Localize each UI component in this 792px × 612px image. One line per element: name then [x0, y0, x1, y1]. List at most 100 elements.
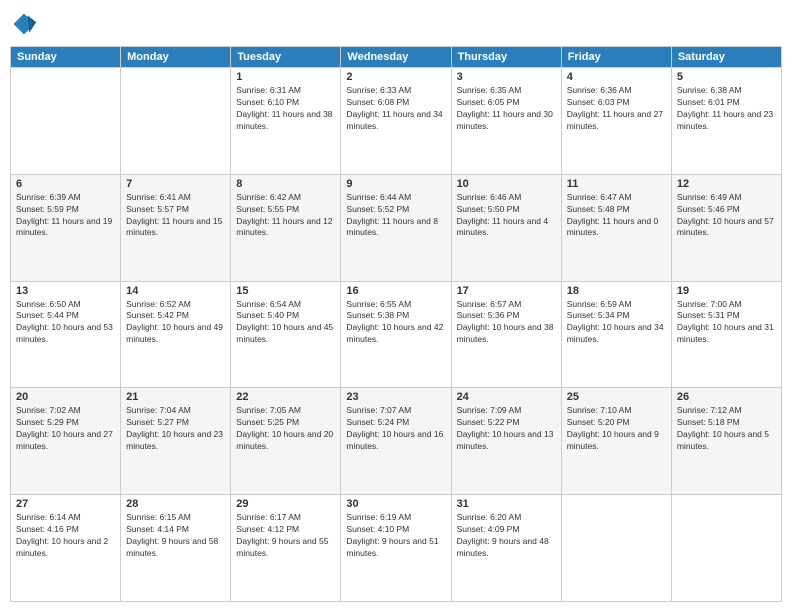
calendar-cell: 24 Sunrise: 7:09 AM Sunset: 5:22 PM Dayli… — [451, 388, 561, 495]
calendar-cell — [11, 68, 121, 175]
col-header-friday: Friday — [561, 47, 671, 68]
day-number: 22 — [236, 391, 335, 403]
day-number: 12 — [677, 178, 776, 190]
day-info: Sunrise: 6:49 AM Sunset: 5:46 PM Dayligh… — [677, 192, 776, 240]
calendar-cell: 22 Sunrise: 7:05 AM Sunset: 5:25 PM Dayli… — [231, 388, 341, 495]
calendar-cell: 15 Sunrise: 6:54 AM Sunset: 5:40 PM Dayli… — [231, 281, 341, 388]
day-info: Sunrise: 6:42 AM Sunset: 5:55 PM Dayligh… — [236, 192, 335, 240]
col-header-wednesday: Wednesday — [341, 47, 451, 68]
day-number: 26 — [677, 391, 776, 403]
day-number: 27 — [16, 498, 115, 510]
calendar-cell: 13 Sunrise: 6:50 AM Sunset: 5:44 PM Dayli… — [11, 281, 121, 388]
calendar-cell: 11Sunrise: 6:47 AM Sunset: 5:48 PM Dayli… — [561, 174, 671, 281]
day-info: Sunrise: 6:17 AM Sunset: 4:12 PM Dayligh… — [236, 512, 335, 560]
calendar-cell: 12 Sunrise: 6:49 AM Sunset: 5:46 PM Dayli… — [671, 174, 781, 281]
calendar-cell: 4 Sunrise: 6:36 AM Sunset: 6:03 PM Daylig… — [561, 68, 671, 175]
calendar-cell: 17Sunrise: 6:57 AM Sunset: 5:36 PM Dayli… — [451, 281, 561, 388]
day-number: 18 — [567, 285, 666, 297]
day-info: Sunrise: 6:39 AM Sunset: 5:59 PM Dayligh… — [16, 192, 115, 240]
day-number: 2 — [346, 71, 445, 83]
day-info: Sunrise: 7:12 AM Sunset: 5:18 PM Dayligh… — [677, 405, 776, 453]
day-number: 19 — [677, 285, 776, 297]
calendar-cell: 7 Sunrise: 6:41 AM Sunset: 5:57 PM Daylig… — [121, 174, 231, 281]
calendar-cell: 21 Sunrise: 7:04 AM Sunset: 5:27 PM Dayli… — [121, 388, 231, 495]
day-info: Sunrise: 6:35 AM Sunset: 6:05 PM Dayligh… — [457, 85, 556, 133]
calendar-cell: 9 Sunrise: 6:44 AM Sunset: 5:52 PM Daylig… — [341, 174, 451, 281]
day-number: 25 — [567, 391, 666, 403]
day-info: Sunrise: 6:59 AM Sunset: 5:34 PM Dayligh… — [567, 299, 666, 347]
day-number: 7 — [126, 178, 225, 190]
day-info: Sunrise: 6:38 AM Sunset: 6:01 PM Dayligh… — [677, 85, 776, 133]
header — [10, 10, 782, 38]
day-number: 10 — [457, 178, 556, 190]
day-info: Sunrise: 7:04 AM Sunset: 5:27 PM Dayligh… — [126, 405, 225, 453]
calendar-cell: 30 Sunrise: 6:19 AM Sunset: 4:10 PM Dayli… — [341, 495, 451, 602]
day-info: Sunrise: 6:54 AM Sunset: 5:40 PM Dayligh… — [236, 299, 335, 347]
day-number: 15 — [236, 285, 335, 297]
logo — [10, 10, 42, 38]
day-info: Sunrise: 7:10 AM Sunset: 5:20 PM Dayligh… — [567, 405, 666, 453]
day-info: Sunrise: 7:05 AM Sunset: 5:25 PM Dayligh… — [236, 405, 335, 453]
day-number: 30 — [346, 498, 445, 510]
day-number: 14 — [126, 285, 225, 297]
calendar-cell — [671, 495, 781, 602]
col-header-sunday: Sunday — [11, 47, 121, 68]
day-number: 4 — [567, 71, 666, 83]
col-header-saturday: Saturday — [671, 47, 781, 68]
day-number: 17 — [457, 285, 556, 297]
day-info: Sunrise: 6:52 AM Sunset: 5:42 PM Dayligh… — [126, 299, 225, 347]
calendar-cell: 8Sunrise: 6:42 AM Sunset: 5:55 PM Daylig… — [231, 174, 341, 281]
col-header-tuesday: Tuesday — [231, 47, 341, 68]
day-number: 20 — [16, 391, 115, 403]
day-info: Sunrise: 7:02 AM Sunset: 5:29 PM Dayligh… — [16, 405, 115, 453]
day-info: Sunrise: 7:00 AM Sunset: 5:31 PM Dayligh… — [677, 299, 776, 347]
day-info: Sunrise: 6:33 AM Sunset: 6:08 PM Dayligh… — [346, 85, 445, 133]
day-info: Sunrise: 6:36 AM Sunset: 6:03 PM Dayligh… — [567, 85, 666, 133]
day-number: 13 — [16, 285, 115, 297]
calendar-table: SundayMondayTuesdayWednesdayThursdayFrid… — [10, 46, 782, 602]
day-info: Sunrise: 6:31 AM Sunset: 6:10 PM Dayligh… — [236, 85, 335, 133]
calendar-cell: 27 Sunrise: 6:14 AM Sunset: 4:16 PM Dayli… — [11, 495, 121, 602]
day-number: 21 — [126, 391, 225, 403]
day-info: Sunrise: 6:20 AM Sunset: 4:09 PM Dayligh… — [457, 512, 556, 560]
calendar-cell: 31 Sunrise: 6:20 AM Sunset: 4:09 PM Dayli… — [451, 495, 561, 602]
logo-icon — [10, 10, 38, 38]
col-header-monday: Monday — [121, 47, 231, 68]
calendar-cell — [121, 68, 231, 175]
day-number: 28 — [126, 498, 225, 510]
day-info: Sunrise: 6:41 AM Sunset: 5:57 PM Dayligh… — [126, 192, 225, 240]
calendar-cell: 29 Sunrise: 6:17 AM Sunset: 4:12 PM Dayli… — [231, 495, 341, 602]
day-info: Sunrise: 7:07 AM Sunset: 5:24 PM Dayligh… — [346, 405, 445, 453]
day-number: 9 — [346, 178, 445, 190]
col-header-thursday: Thursday — [451, 47, 561, 68]
day-info: Sunrise: 6:50 AM Sunset: 5:44 PM Dayligh… — [16, 299, 115, 347]
day-number: 16 — [346, 285, 445, 297]
calendar-cell: 20 Sunrise: 7:02 AM Sunset: 5:29 PM Dayli… — [11, 388, 121, 495]
day-info: Sunrise: 6:44 AM Sunset: 5:52 PM Dayligh… — [346, 192, 445, 240]
day-info: Sunrise: 6:55 AM Sunset: 5:38 PM Dayligh… — [346, 299, 445, 347]
calendar-cell: 23 Sunrise: 7:07 AM Sunset: 5:24 PM Dayli… — [341, 388, 451, 495]
calendar-cell: 25 Sunrise: 7:10 AM Sunset: 5:20 PM Dayli… — [561, 388, 671, 495]
day-number: 24 — [457, 391, 556, 403]
calendar-cell: 5 Sunrise: 6:38 AM Sunset: 6:01 PM Daylig… — [671, 68, 781, 175]
day-number: 31 — [457, 498, 556, 510]
day-number: 6 — [16, 178, 115, 190]
calendar-cell: 19 Sunrise: 7:00 AM Sunset: 5:31 PM Dayli… — [671, 281, 781, 388]
day-info: Sunrise: 6:15 AM Sunset: 4:14 PM Dayligh… — [126, 512, 225, 560]
day-info: Sunrise: 6:47 AM Sunset: 5:48 PM Dayligh… — [567, 192, 666, 240]
calendar-cell: 14 Sunrise: 6:52 AM Sunset: 5:42 PM Dayli… — [121, 281, 231, 388]
calendar-cell: 6 Sunrise: 6:39 AM Sunset: 5:59 PM Daylig… — [11, 174, 121, 281]
day-info: Sunrise: 6:14 AM Sunset: 4:16 PM Dayligh… — [16, 512, 115, 560]
day-info: Sunrise: 6:19 AM Sunset: 4:10 PM Dayligh… — [346, 512, 445, 560]
calendar-cell — [561, 495, 671, 602]
day-info: Sunrise: 6:46 AM Sunset: 5:50 PM Dayligh… — [457, 192, 556, 240]
day-info: Sunrise: 7:09 AM Sunset: 5:22 PM Dayligh… — [457, 405, 556, 453]
calendar-cell: 18 Sunrise: 6:59 AM Sunset: 5:34 PM Dayli… — [561, 281, 671, 388]
day-number: 5 — [677, 71, 776, 83]
calendar-cell: 3 Sunrise: 6:35 AM Sunset: 6:05 PM Daylig… — [451, 68, 561, 175]
calendar-cell: 10 Sunrise: 6:46 AM Sunset: 5:50 PM Dayli… — [451, 174, 561, 281]
day-number: 29 — [236, 498, 335, 510]
day-number: 3 — [457, 71, 556, 83]
calendar-cell: 16 Sunrise: 6:55 AM Sunset: 5:38 PM Dayli… — [341, 281, 451, 388]
day-number: 23 — [346, 391, 445, 403]
